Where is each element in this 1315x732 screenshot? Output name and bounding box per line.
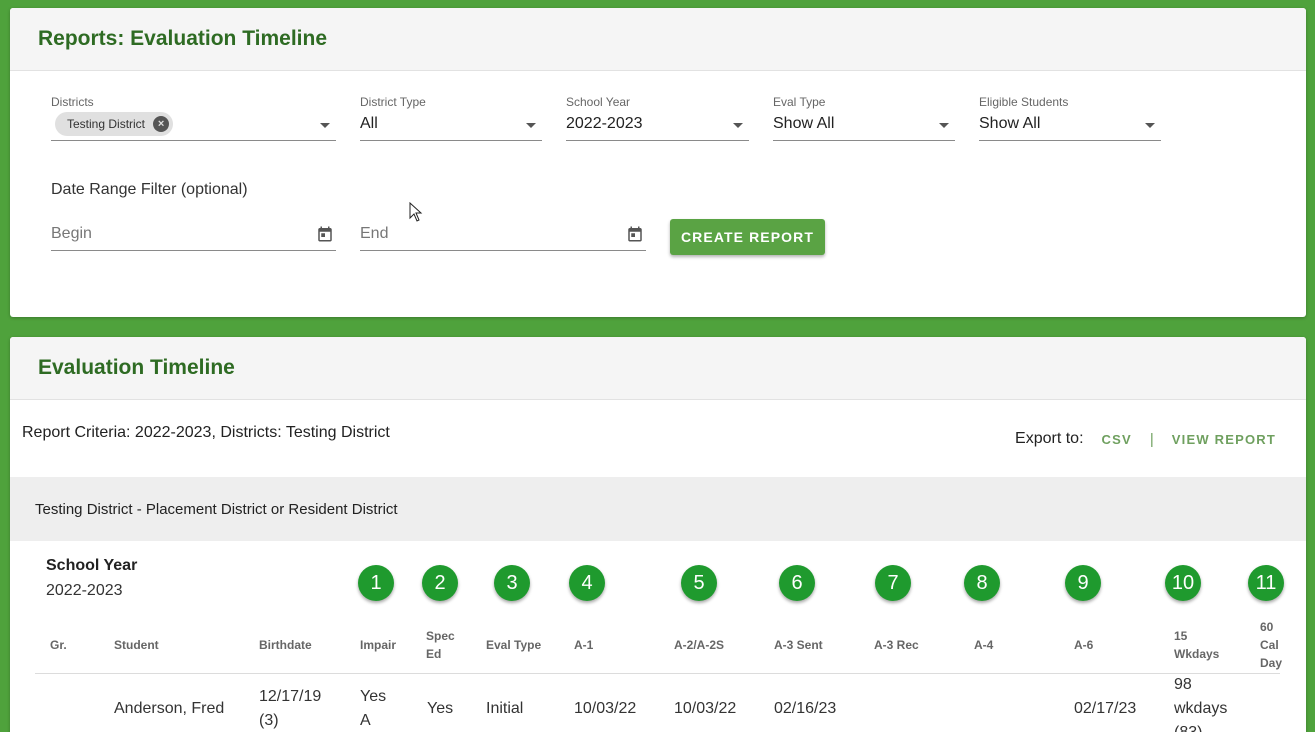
chevron-down-icon [733, 123, 743, 128]
col-header-60-cal-day-line2: Cal [1260, 638, 1279, 652]
end-placeholder: End [360, 225, 389, 242]
cell-15-wkdays: 98 wkdays (83) [1174, 673, 1227, 732]
cell-birthdate: 12/17/19 (3) [259, 685, 321, 732]
col-header-15-wkdays-line2: Wkdays [1174, 647, 1220, 661]
step-badge: 11 [1248, 565, 1284, 601]
cell-a2: 10/03/22 [674, 700, 737, 717]
view-report-link[interactable]: VIEW REPORT [1172, 432, 1276, 447]
col-header-a3-sent: A-3 Sent [774, 638, 823, 652]
cell-15-wkdays-line1: 98 [1174, 676, 1192, 693]
cell-impair-line1: Yes [360, 688, 387, 705]
group-title: Testing District - Placement District or… [35, 500, 398, 518]
districts-label: Districts [51, 95, 94, 109]
filters-card: Reports: Evaluation Timeline Districts T… [10, 8, 1306, 317]
export-label: Export to: [1015, 430, 1084, 447]
step-badge: 9 [1065, 565, 1101, 601]
header-divider [35, 673, 1280, 674]
cell-a1: 10/03/22 [574, 700, 637, 717]
begin-placeholder: Begin [51, 225, 92, 242]
cell-impair: Yes A [360, 685, 386, 732]
cell-a6: 02/17/23 [1074, 700, 1137, 717]
step-badge: 2 [422, 565, 458, 601]
eligible-students-label: Eligible Students [979, 95, 1069, 109]
cell-spec-ed: Yes [427, 700, 454, 717]
chip-remove-icon[interactable]: × [153, 116, 170, 132]
chevron-down-icon [1145, 123, 1155, 128]
cell-student[interactable]: Anderson, Fred [114, 697, 224, 721]
col-header-spec-ed: Spec Ed [426, 627, 455, 663]
step-badge: 6 [779, 565, 815, 601]
begin-date-input[interactable]: Begin [51, 221, 336, 251]
report-criteria: Report Criteria: 2022-2023, Districts: T… [22, 424, 390, 441]
col-header-student: Student [114, 638, 159, 652]
calendar-icon[interactable] [626, 225, 644, 243]
step-badge: 4 [569, 565, 605, 601]
export-separator: | [1149, 430, 1154, 448]
chevron-down-icon [320, 123, 330, 128]
step-badge: 1 [358, 565, 394, 601]
district-chip: Testing District × [55, 112, 174, 136]
col-header-60-cal-day-line1: 60 [1260, 620, 1274, 634]
cell-birthdate-date: 12/17/19 [259, 688, 322, 705]
cell-eval-type: Initial [486, 700, 524, 717]
district-type-value: All [360, 115, 378, 132]
cell-15-wkdays-line2: wkdays [1174, 700, 1228, 717]
eval-type-value: Show All [773, 115, 835, 132]
mouse-cursor-icon [409, 202, 423, 222]
col-header-15-wkdays: 15 Wkdays [1174, 627, 1219, 663]
school-year-value: 2022-2023 [566, 115, 643, 132]
district-chip-label: Testing District [67, 117, 146, 131]
date-range-label: Date Range Filter (optional) [51, 181, 248, 198]
school-year-heading-value: 2022-2023 [46, 582, 123, 599]
school-year-label: School Year [566, 95, 631, 109]
calendar-icon[interactable] [316, 225, 334, 243]
cell-a3-sent: 02/16/23 [774, 700, 837, 717]
districts-select[interactable]: Districts Testing District × [51, 95, 336, 141]
col-header-gr: Gr. [50, 638, 67, 652]
cell-birthdate-age: (3) [259, 712, 279, 729]
district-type-select[interactable]: District Type All [360, 95, 542, 141]
col-header-a6: A-6 [1074, 638, 1094, 652]
step-badge: 10 [1165, 565, 1201, 601]
school-year-select[interactable]: School Year 2022-2023 [566, 95, 749, 141]
eligible-students-value: Show All [979, 115, 1041, 132]
step-badge: 7 [875, 565, 911, 601]
report-card: Evaluation Timeline Report Criteria: 202… [10, 337, 1306, 732]
col-header-impair: Impair [360, 638, 397, 652]
eval-type-select[interactable]: Eval Type Show All [773, 95, 955, 141]
col-header-a2: A-2/A-2S [674, 638, 725, 652]
col-header-a1: A-1 [574, 638, 594, 652]
report-card-header: Evaluation Timeline [10, 337, 1306, 400]
group-header: Testing District - Placement District or… [10, 477, 1306, 541]
col-header-spec-ed-line2: Ed [426, 647, 442, 661]
report-title: Evaluation Timeline [38, 356, 235, 379]
step-badge: 5 [681, 565, 717, 601]
col-header-60-cal-day: 60 Cal Day [1260, 618, 1282, 672]
step-badge: 8 [964, 565, 1000, 601]
end-date-input[interactable]: End [360, 221, 646, 251]
chevron-down-icon [526, 123, 536, 128]
filters-card-header: Reports: Evaluation Timeline [10, 8, 1306, 71]
step-badge: 3 [494, 565, 530, 601]
eligible-students-select[interactable]: Eligible Students Show All [979, 95, 1161, 141]
col-header-birthdate: Birthdate [259, 638, 312, 652]
col-header-15-wkdays-line1: 15 [1174, 629, 1188, 643]
cell-15-wkdays-line3: (83) [1174, 724, 1202, 732]
col-header-a3-rec: A-3 Rec [874, 638, 919, 652]
chevron-down-icon [939, 123, 949, 128]
eval-type-label: Eval Type [773, 95, 826, 109]
school-year-heading: School Year [46, 557, 138, 574]
export-csv-link[interactable]: CSV [1102, 432, 1132, 447]
col-header-spec-ed-line1: Spec [426, 629, 455, 643]
col-header-a4: A-4 [974, 638, 994, 652]
col-header-60-cal-day-line3: Day [1260, 656, 1283, 670]
cell-impair-line2: A [360, 712, 371, 729]
page-title: Reports: Evaluation Timeline [38, 27, 328, 50]
col-header-eval-type: Eval Type [486, 638, 542, 652]
district-type-label: District Type [360, 95, 426, 109]
export-bar: Export to: CSV | VIEW REPORT [1015, 430, 1276, 448]
create-report-button[interactable]: CREATE REPORT [670, 219, 825, 255]
